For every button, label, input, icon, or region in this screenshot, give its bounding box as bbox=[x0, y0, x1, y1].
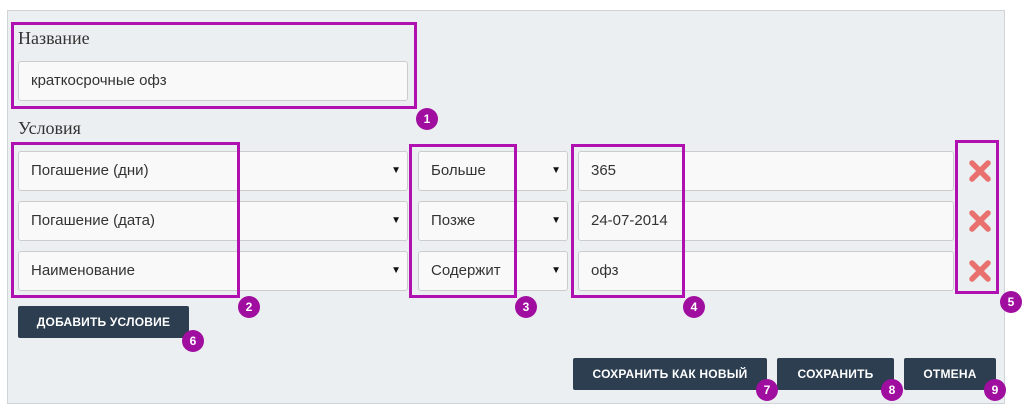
annotation-badge: 3 bbox=[515, 296, 537, 318]
conditions-label: Условия bbox=[18, 118, 81, 138]
annotation-outline-field bbox=[11, 142, 240, 298]
add-condition-button[interactable]: ДОБАВИТЬ УСЛОВИЕ bbox=[18, 306, 189, 338]
annotation-outline-value bbox=[571, 144, 685, 298]
annotation-outline-name bbox=[11, 22, 417, 109]
annotation-badge: 4 bbox=[683, 296, 705, 318]
annotation-badge: 1 bbox=[416, 108, 438, 130]
caret-down-icon: ▼ bbox=[391, 265, 401, 276]
annotation-badge: 9 bbox=[984, 379, 1006, 401]
save-as-new-button[interactable]: СОХРАНИТЬ КАК НОВЫЙ bbox=[573, 358, 767, 390]
cancel-button[interactable]: ОТМЕНА bbox=[904, 358, 996, 390]
annotation-badge: 5 bbox=[1000, 291, 1022, 313]
annotation-outline-operator bbox=[409, 144, 517, 298]
caret-down-icon: ▼ bbox=[551, 265, 561, 276]
caret-down-icon: ▼ bbox=[391, 165, 401, 176]
caret-down-icon: ▼ bbox=[391, 215, 401, 226]
annotation-badge: 8 bbox=[881, 379, 903, 401]
annotation-badge: 2 bbox=[238, 296, 260, 318]
annotation-badge: 6 bbox=[182, 330, 204, 352]
caret-down-icon: ▼ bbox=[551, 215, 561, 226]
annotation-badge: 7 bbox=[756, 379, 778, 401]
save-button[interactable]: СОХРАНИТЬ bbox=[777, 358, 894, 390]
caret-down-icon: ▼ bbox=[551, 165, 561, 176]
annotation-outline-delete bbox=[955, 140, 999, 294]
